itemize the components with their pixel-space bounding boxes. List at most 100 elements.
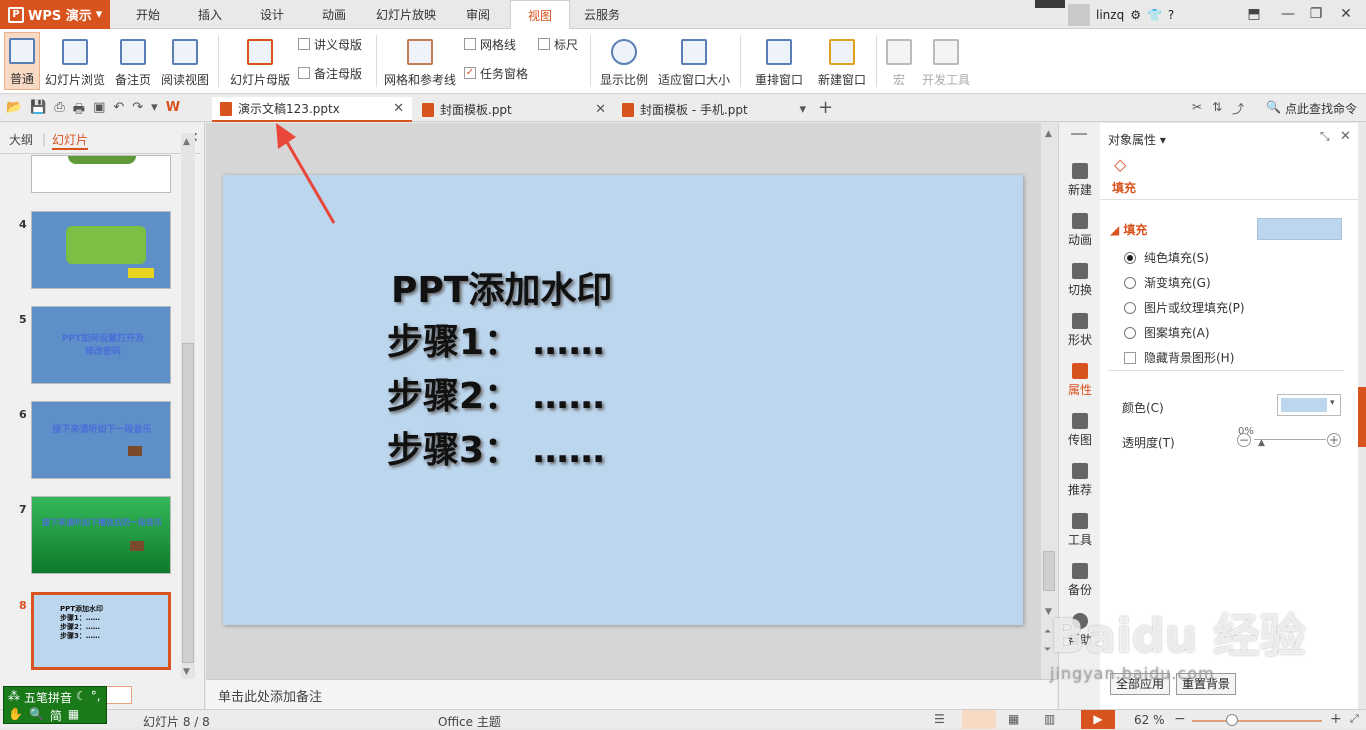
notes-area[interactable]: 单击此处添加备注 bbox=[206, 679, 1057, 709]
tab-slideshow[interactable]: 幻灯片放映 bbox=[370, 0, 442, 29]
slide-step-line[interactable]: 步骤2： …… bbox=[387, 367, 605, 419]
restore-ribbon-icon[interactable]: ⬒ bbox=[1241, 4, 1267, 24]
solid-fill-option[interactable]: 纯色填充(S) bbox=[1124, 249, 1209, 266]
zoom-button[interactable]: 显示比例 bbox=[598, 32, 650, 90]
print-icon[interactable]: 🖶 bbox=[73, 100, 85, 122]
sorter-view-icon[interactable]: ▦ bbox=[1008, 712, 1019, 726]
side-tab-recommend[interactable]: 推荐 bbox=[1059, 463, 1101, 498]
new-tab-icon[interactable]: + bbox=[818, 97, 833, 118]
reading-view-icon[interactable]: ▥ bbox=[1044, 712, 1055, 726]
slide-title[interactable]: PPT添加水印 bbox=[391, 261, 612, 313]
keyboard-icon[interactable]: ▦ bbox=[68, 707, 79, 724]
slide-thumbnail[interactable] bbox=[31, 211, 171, 289]
help-icon[interactable]: ? bbox=[1168, 8, 1174, 22]
color-dropdown[interactable]: ▾ bbox=[1277, 394, 1341, 416]
zoom-slider[interactable] bbox=[1192, 720, 1322, 722]
tab-view[interactable]: 视图 bbox=[510, 0, 570, 30]
reading-view-button[interactable]: 阅读视图 bbox=[160, 32, 210, 90]
task-pane-checkbox[interactable]: ✓ 任务窗格 bbox=[464, 63, 528, 83]
punctuation-icon[interactable]: °, bbox=[91, 689, 101, 706]
pdf-icon[interactable]: ⎙ bbox=[54, 100, 64, 122]
side-tab-upload-image[interactable]: 传图 bbox=[1059, 413, 1101, 448]
tab-design[interactable]: 设计 bbox=[246, 0, 298, 29]
paint-bucket-icon[interactable]: ◇ bbox=[1114, 155, 1126, 174]
slide-thumbnail[interactable]: 接下来请听如下一段音乐 bbox=[31, 401, 171, 479]
slide-thumbnail[interactable]: PPT如何设置打开及修改密码 bbox=[31, 306, 171, 384]
arrange-windows-button[interactable]: 重排窗口 bbox=[748, 32, 810, 90]
notes-page-button[interactable]: 备注页 bbox=[112, 32, 154, 90]
increase-transparency-button[interactable]: + bbox=[1327, 433, 1341, 447]
shirt-icon[interactable]: 👕 bbox=[1147, 8, 1162, 22]
hide-background-checkbox[interactable]: 隐藏背景图形(H) bbox=[1124, 349, 1234, 366]
fill-section-header[interactable]: ◢ 填充 bbox=[1110, 221, 1147, 238]
maximize-icon[interactable]: ❐ bbox=[1303, 4, 1329, 24]
avatar[interactable] bbox=[1068, 3, 1090, 26]
slide-thumbnail[interactable] bbox=[31, 155, 171, 193]
wps-home-icon[interactable]: W bbox=[166, 100, 180, 122]
side-tab-new[interactable]: 新建 bbox=[1059, 163, 1101, 198]
command-search[interactable]: 🔍 点此查找命令 bbox=[1266, 100, 1357, 117]
close-tab-icon[interactable]: ✕ bbox=[595, 102, 606, 117]
notes-master-button[interactable]: 备注母版 bbox=[298, 63, 362, 83]
tab-outline[interactable]: 大纲 bbox=[9, 131, 33, 148]
ime-toolbar[interactable]: ⁂ 五笔拼音 ☾ °, ✋ 🔍 简 ▦ bbox=[3, 686, 107, 724]
tab-cloud[interactable]: 云服务 bbox=[576, 0, 628, 29]
slide-master-button[interactable]: 幻灯片母版 bbox=[228, 32, 292, 90]
open-icon[interactable]: 📂 bbox=[6, 100, 22, 122]
collapse-pane-icon[interactable]: ⤡ bbox=[1320, 129, 1330, 144]
customize-icon[interactable]: ▾ bbox=[151, 100, 158, 122]
gridlines-checkbox[interactable]: 网格线 bbox=[464, 34, 516, 54]
side-tab-properties[interactable]: 属性 bbox=[1059, 363, 1101, 398]
thumbnail-scrollbar[interactable]: ▲ ▼ bbox=[181, 133, 195, 679]
scroll-up-icon[interactable]: ▲ bbox=[1045, 129, 1052, 139]
wand-icon[interactable]: ✂ bbox=[1192, 100, 1202, 117]
zoom-in-button[interactable]: + bbox=[1330, 711, 1342, 727]
share-icon[interactable]: ⤴ bbox=[1232, 100, 1244, 117]
side-tab-animation[interactable]: 动画 bbox=[1059, 213, 1101, 248]
close-pane-icon[interactable]: ✕ bbox=[1340, 129, 1351, 144]
slide-thumbnail[interactable]: 接下来请听如下播放后的一段音乐 bbox=[31, 496, 171, 574]
pattern-fill-option[interactable]: 图案填充(A) bbox=[1124, 324, 1210, 341]
notes-toggle-icon[interactable]: ☰ bbox=[934, 712, 945, 726]
scrollbar-thumb[interactable] bbox=[1043, 551, 1055, 591]
fit-icon[interactable]: ⤢ bbox=[1350, 712, 1359, 726]
doc-tab[interactable]: 封面模板 - 手机.ppt ▾ bbox=[614, 97, 814, 122]
close-tab-icon[interactable]: ✕ bbox=[393, 101, 404, 116]
fit-window-button[interactable]: 适应窗口大小 bbox=[656, 32, 732, 90]
undo-icon[interactable]: ↶ bbox=[113, 100, 124, 122]
normal-view-status-button[interactable] bbox=[962, 710, 996, 729]
macro-button[interactable]: 宏 bbox=[884, 32, 914, 90]
play-slideshow-button[interactable]: ▶ bbox=[1081, 710, 1115, 729]
scroll-up-icon[interactable]: ▲ bbox=[183, 137, 190, 147]
handout-master-button[interactable]: 讲义母版 bbox=[298, 34, 362, 54]
zoom-slider-handle[interactable] bbox=[1226, 714, 1238, 726]
tab-animation[interactable]: 动画 bbox=[308, 0, 360, 29]
picture-texture-fill-option[interactable]: 图片或纹理填充(P) bbox=[1124, 299, 1245, 316]
slide-thumbnail-selected[interactable]: PPT添加水印 步骤1：…… 步骤2：…… 步骤3：…… bbox=[31, 592, 171, 670]
current-slide[interactable]: PPT添加水印 步骤1： …… 步骤2： …… 步骤3： …… bbox=[223, 175, 1023, 625]
preview-icon[interactable]: ▣ bbox=[93, 100, 105, 122]
grid-guides-button[interactable]: 网格和参考线 bbox=[384, 32, 456, 90]
scrollbar-thumb[interactable] bbox=[182, 343, 194, 663]
skin-icon[interactable]: ⚙ bbox=[1130, 8, 1141, 22]
user-area[interactable]: linzq ⚙ 👕 ? bbox=[1068, 0, 1174, 29]
slider-handle[interactable]: ▲ bbox=[1258, 438, 1265, 448]
gradient-fill-option[interactable]: 渐变填充(G) bbox=[1124, 274, 1211, 291]
minimize-icon[interactable]: — bbox=[1275, 4, 1301, 24]
sync-icon[interactable]: ⇅ bbox=[1212, 100, 1222, 117]
close-icon[interactable]: ✕ bbox=[1333, 4, 1359, 24]
drag-handle-icon[interactable] bbox=[1071, 133, 1087, 135]
tab-review[interactable]: 审阅 bbox=[452, 0, 504, 29]
pane-title[interactable]: 对象属性 ▾ bbox=[1108, 131, 1166, 148]
slide-sorter-button[interactable]: 幻灯片浏览 bbox=[44, 32, 106, 90]
pane-collapse-handle[interactable] bbox=[1358, 387, 1366, 447]
tab-start[interactable]: 开始 bbox=[122, 0, 174, 29]
dev-tools-button[interactable]: 开发工具 bbox=[920, 32, 972, 90]
app-menu-button[interactable]: P WPS 演示 ▾ bbox=[0, 0, 110, 29]
decrease-transparency-button[interactable]: − bbox=[1237, 433, 1251, 447]
search-icon[interactable]: 🔍 bbox=[29, 707, 44, 724]
tab-insert[interactable]: 插入 bbox=[184, 0, 236, 29]
slide-step-line[interactable]: 步骤3： …… bbox=[387, 421, 605, 473]
save-icon[interactable]: 💾 bbox=[30, 100, 46, 122]
zoom-out-button[interactable]: − bbox=[1174, 711, 1186, 727]
